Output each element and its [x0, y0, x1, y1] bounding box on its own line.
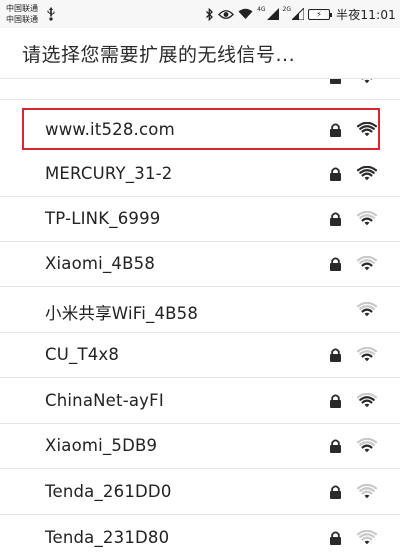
wifi-signal-icon — [357, 166, 377, 181]
wifi-network-list[interactable]: www.it528.com MERCURY_31-2 TP-LINK_6999 Xia… — [0, 79, 400, 553]
signal-icon — [266, 8, 279, 20]
wifi-network-item[interactable]: 小米共享WiFi_4B58 — [0, 288, 400, 333]
wifi-signal-icon — [357, 530, 377, 545]
wifi-status-icon — [238, 8, 253, 19]
page-title: 请选择您需要扩展的无线信号... — [22, 44, 296, 66]
lock-icon — [330, 348, 341, 362]
wifi-network-item[interactable]: Xiaomi_5DB9 — [0, 424, 400, 469]
wifi-network-item[interactable]: ChinaNet-ayFI — [0, 379, 400, 424]
wifi-network-name: 小米共享WiFi_4B58 — [45, 304, 199, 323]
wifi-signal-icon — [357, 438, 377, 453]
wifi-network-name: MERCURY_31-2 — [45, 164, 173, 183]
network-type-label-1: 4G — [257, 6, 266, 13]
wifi-network-item[interactable] — [0, 79, 400, 100]
clock: 半夜11:01 — [336, 7, 396, 22]
wifi-network-item[interactable]: MERCURY_31-2 — [0, 152, 400, 197]
eye-icon — [218, 9, 234, 19]
bluetooth-icon — [206, 7, 213, 21]
wifi-network-name: TP-LINK_6999 — [45, 209, 161, 228]
wifi-network-name: Tenda_231D80 — [45, 528, 170, 547]
network-type-label-2: 2G — [282, 6, 292, 13]
charging-icon: ⚡ — [316, 9, 322, 19]
wifi-signal-icon — [357, 256, 377, 271]
lock-icon — [330, 394, 341, 408]
wifi-network-item[interactable]: www.it528.com — [0, 108, 400, 153]
carrier-1: 中国联通 — [6, 4, 38, 13]
screen: 中国联通 中国联通 4G 2G ⚡ 半夜11:01 请选择您需要扩展的无线信号.… — [0, 0, 400, 553]
wifi-network-name: www.it528.com — [45, 120, 175, 139]
wifi-network-name: Xiaomi_5DB9 — [45, 436, 158, 455]
lock-icon — [330, 123, 341, 137]
lock-icon — [330, 531, 341, 545]
wifi-signal-icon — [357, 122, 377, 137]
lock-icon — [330, 485, 341, 499]
status-icons: 4G 2G ⚡ 半夜11:01 — [205, 6, 396, 22]
wifi-network-name: Tenda_261DD0 — [45, 482, 172, 501]
wifi-network-item[interactable]: Tenda_261DD0 — [0, 470, 400, 515]
wifi-network-item[interactable]: CU_T4x8 — [0, 333, 400, 378]
wifi-network-name: Xiaomi_4B58 — [45, 254, 156, 273]
wifi-network-item[interactable]: Tenda_231D80 — [0, 516, 400, 553]
wifi-signal-icon — [357, 302, 377, 317]
usb-icon — [47, 7, 55, 21]
wifi-signal-icon — [357, 347, 377, 362]
lock-icon — [330, 257, 341, 271]
wifi-network-name: CU_T4x8 — [45, 345, 120, 364]
lock-icon — [330, 439, 341, 453]
wifi-signal-icon — [357, 211, 377, 226]
signal-icon — [292, 8, 305, 20]
wifi-signal-icon — [357, 393, 377, 408]
wifi-network-name: ChinaNet-ayFI — [45, 391, 164, 410]
battery-icon: ⚡ — [308, 8, 333, 20]
wifi-signal-icon — [361, 79, 373, 84]
carrier-2: 中国联通 — [6, 15, 38, 24]
wifi-signal-icon — [357, 484, 377, 499]
status-bar: 中国联通 中国联通 4G 2G ⚡ 半夜11:01 — [0, 0, 400, 28]
wifi-network-item[interactable]: TP-LINK_6999 — [0, 197, 400, 242]
lock-icon — [330, 79, 341, 84]
wifi-network-item[interactable]: Xiaomi_4B58 — [0, 242, 400, 287]
lock-icon — [330, 212, 341, 226]
lock-icon — [330, 167, 341, 181]
